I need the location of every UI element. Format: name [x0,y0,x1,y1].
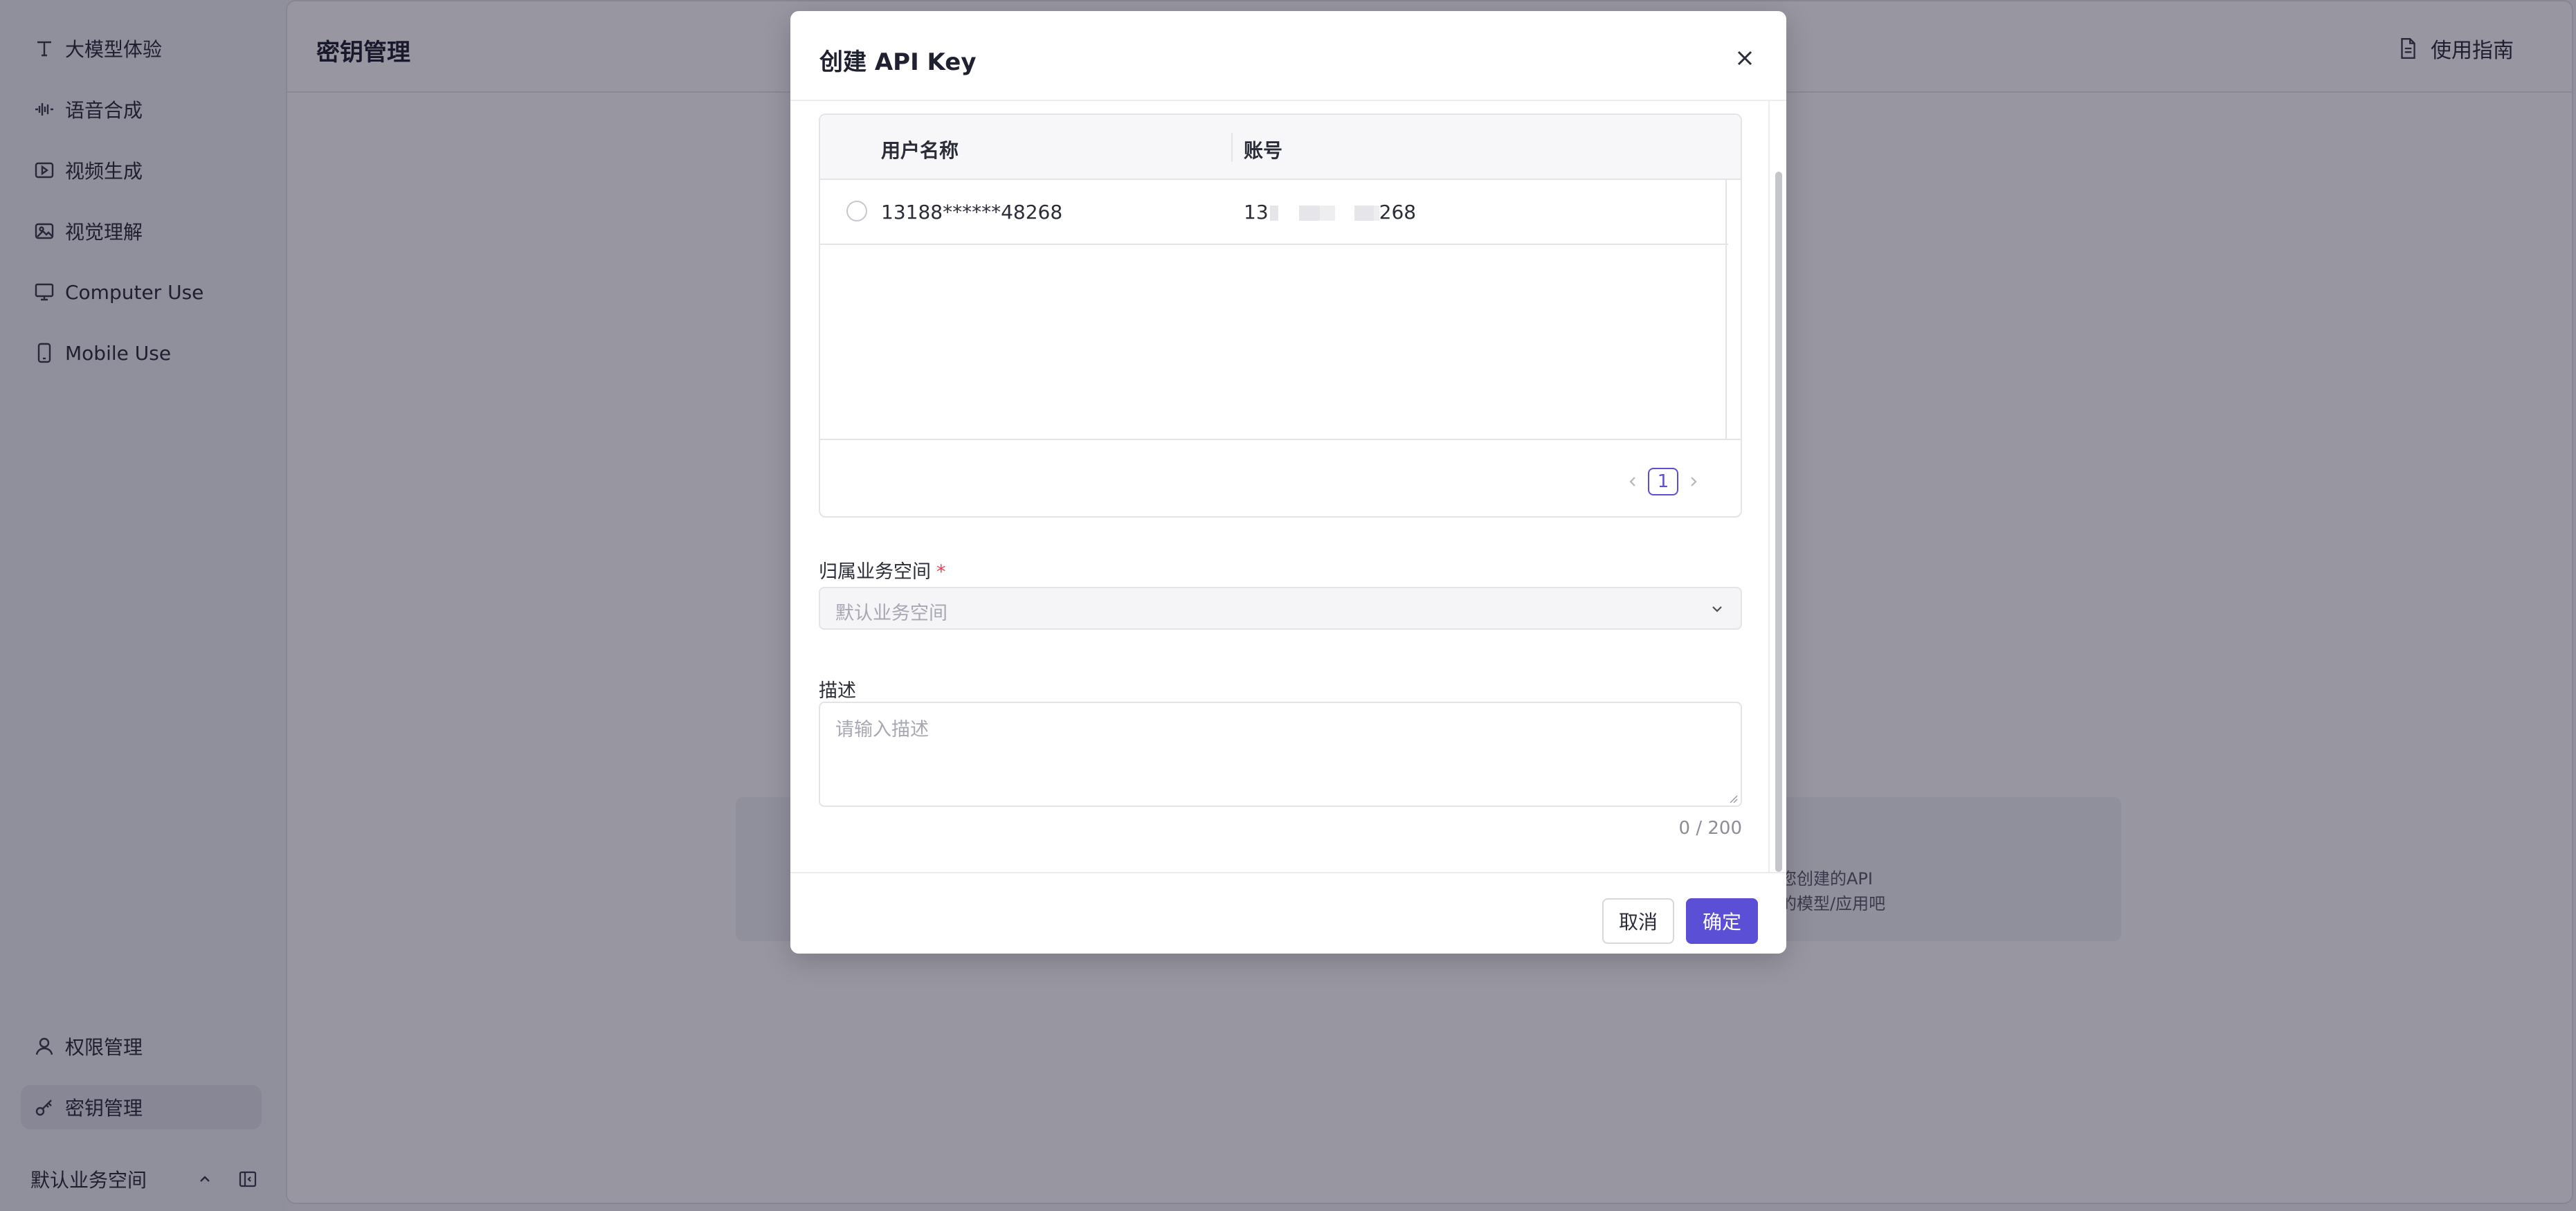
redaction-mask [1373,206,1379,221]
redaction-mask [1319,206,1335,221]
dialog-title: 创建 API Key [819,48,977,76]
chevron-down-icon [1707,599,1727,619]
description-textarea[interactable]: 请输入描述 [819,702,1742,807]
table-row[interactable]: 13188******48268 13 268 [820,180,1728,245]
redaction-mask [1354,206,1374,221]
workspace-label-text: 归属业务空间 [819,561,931,583]
redaction-mask [1269,206,1278,221]
description-field-label: 描述 [819,680,856,702]
workspace-select[interactable]: 默认业务空间 [819,587,1742,630]
create-api-key-dialog: 创建 API Key 用户名称 账号 13188******48268 13 26… [790,11,1786,954]
page-number-button[interactable]: 1 [1648,468,1678,495]
dialog-body: 用户名称 账号 13188******48268 13 268 1 归属业务空间… [790,101,1773,872]
redaction-mask [1298,206,1320,221]
workspace-select-value: 默认业务空间 [835,603,947,624]
chevron-right-icon[interactable] [1685,473,1702,490]
workspace-field-label: 归属业务空间 * [819,556,946,583]
column-header-account: 账号 [1244,139,1283,162]
account-prefix: 13 [1244,201,1269,224]
pagination: 1 [1617,468,1709,495]
dialog-header: 创建 API Key [790,11,1786,101]
dialog-footer: 取消 确定 [790,872,1786,954]
table-footer-divider [820,439,1741,440]
description-placeholder: 请输入描述 [835,719,929,740]
user-table: 用户名称 账号 13188******48268 13 268 1 [819,113,1742,518]
cell-account: 13 268 [1244,201,1416,224]
table-scrollbar[interactable] [1725,180,1741,439]
row-select-radio[interactable] [846,201,867,221]
cancel-button[interactable]: 取消 [1602,898,1674,944]
cell-username: 13188******48268 [881,201,1063,224]
chevron-left-icon[interactable] [1624,473,1641,490]
required-mark: * [936,561,946,583]
table-header: 用户名称 账号 [820,115,1741,180]
close-icon[interactable] [1731,44,1759,72]
resize-handle-icon[interactable] [1728,793,1738,803]
column-header-username: 用户名称 [881,139,959,162]
account-suffix: 268 [1379,201,1417,224]
column-divider [1231,133,1233,162]
description-char-count: 0 / 200 [1678,818,1742,839]
confirm-button[interactable]: 确定 [1686,898,1758,944]
dialog-scrollbar[interactable] [1775,172,1782,872]
